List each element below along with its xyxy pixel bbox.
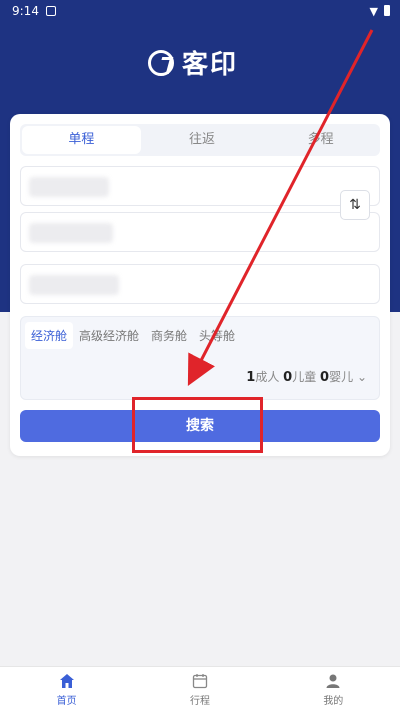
calendar-icon — [192, 674, 208, 689]
arrival-city-field[interactable] — [20, 212, 380, 252]
nav-profile[interactable]: 我的 — [267, 667, 400, 710]
tab-round-trip[interactable]: 往返 — [143, 124, 262, 156]
nav-itinerary-label: 行程 — [189, 696, 210, 707]
wifi-icon: ▼ — [369, 5, 378, 18]
nav-home-label: 首页 — [56, 696, 77, 707]
cabin-first[interactable]: 头等舱 — [193, 322, 241, 349]
tab-multi-city[interactable]: 多程 — [261, 124, 380, 156]
adult-label: 成人 — [255, 370, 280, 384]
person-icon — [326, 674, 340, 688]
swap-icon: ⇅ — [349, 197, 361, 213]
chevron-down-icon: ⌄ — [356, 370, 367, 384]
infant-count: 0 — [320, 370, 330, 385]
tab-one-way[interactable]: 单程 — [22, 126, 141, 154]
brand-icon — [148, 49, 174, 76]
status-bar: 9:14 ▼ — [0, 0, 400, 24]
swap-cities-button[interactable]: ⇅ — [340, 190, 370, 220]
passenger-selector[interactable]: 1成人 0儿童 0婴儿 ⌄ — [246, 368, 367, 385]
date-blurred — [29, 275, 119, 295]
arrival-city-blurred — [29, 223, 113, 243]
trip-type-tabs: 单程 往返 多程 — [20, 124, 380, 156]
notification-icon — [46, 6, 56, 16]
status-time: 9:14 — [12, 4, 39, 18]
child-count: 0 — [283, 370, 293, 385]
infant-label: 婴儿 — [329, 370, 354, 384]
nav-home[interactable]: 首页 — [0, 667, 133, 710]
bottom-navigation: 首页 行程 我的 — [0, 666, 400, 710]
departure-city-blurred — [29, 177, 109, 197]
annotation-highlight-box — [132, 397, 263, 453]
cabin-passenger-panel: 经济舱 高级经济舱 商务舱 头等舱 1成人 0儿童 0婴儿 ⌄ — [20, 316, 380, 400]
nav-profile-label: 我的 — [323, 696, 344, 707]
app-logo: 客印 — [148, 44, 238, 81]
cabin-class-tabs: 经济舱 高级经济舱 商务舱 头等舱 — [25, 322, 241, 349]
nav-itinerary[interactable]: 行程 — [133, 667, 266, 710]
child-label: 儿童 — [292, 370, 317, 384]
home-icon — [59, 674, 74, 688]
date-field[interactable] — [20, 264, 380, 304]
cabin-premium-economy[interactable]: 高级经济舱 — [73, 322, 145, 349]
cabin-business[interactable]: 商务舱 — [145, 322, 193, 349]
adult-count: 1 — [246, 370, 256, 385]
brand-name: 客印 — [182, 50, 239, 80]
cabin-economy[interactable]: 经济舱 — [25, 322, 74, 349]
departure-city-field[interactable] — [20, 166, 380, 206]
battery-icon — [384, 5, 390, 16]
